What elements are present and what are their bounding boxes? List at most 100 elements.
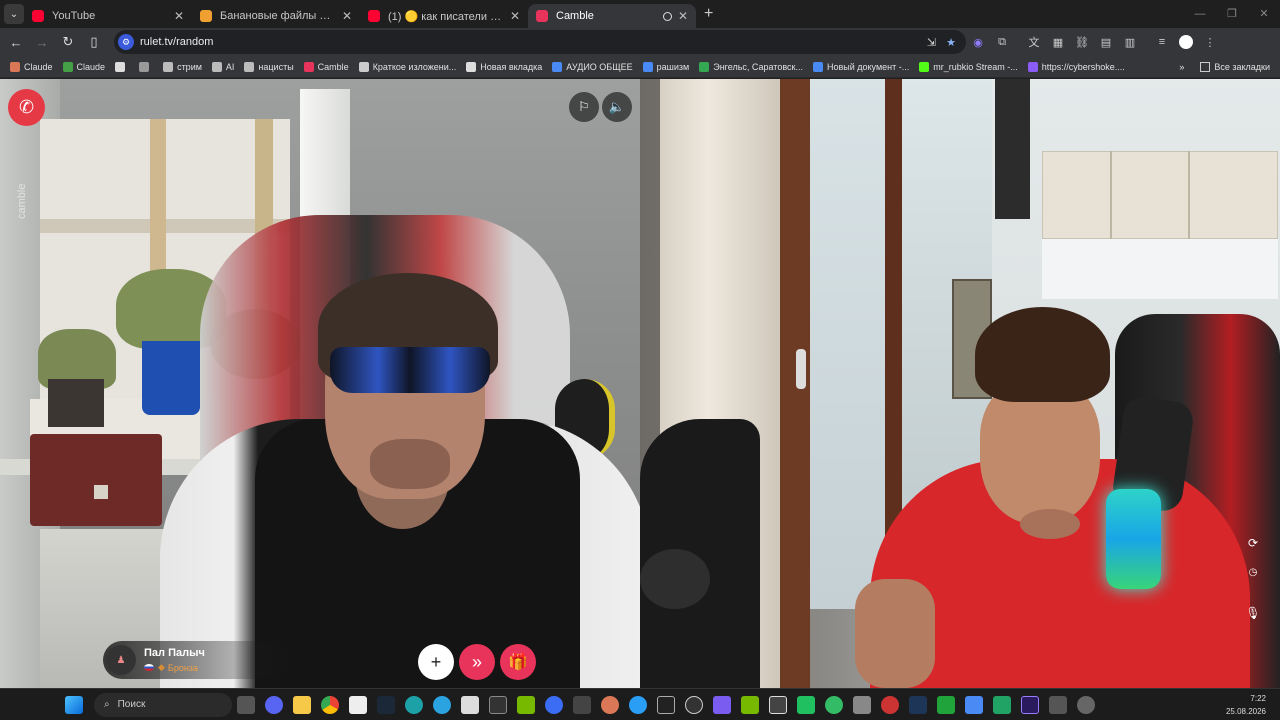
app-icon-globe[interactable] xyxy=(825,695,843,714)
partner-info[interactable]: ♟ Пал Палыч ◆ Бронза xyxy=(103,641,303,679)
bookmark-label: Новая вкладка xyxy=(480,61,543,72)
claude-app-icon[interactable] xyxy=(601,695,619,714)
bookmark-favicon-icon xyxy=(812,61,823,72)
cast-icon[interactable]: ▤ xyxy=(1094,30,1118,54)
maximize-icon[interactable]: ❐ xyxy=(1216,0,1248,28)
browser-tab[interactable]: Банановые файлы 2 - sansgot ✕ xyxy=(192,4,360,28)
address-bar[interactable]: ⚙ rulet.tv/random ⇲ ★ xyxy=(114,30,966,54)
bookmark-item[interactable]: Camble xyxy=(303,61,349,72)
tab-search-icon[interactable]: ⌄ xyxy=(4,4,24,24)
reader-icon[interactable]: ▥ xyxy=(1118,30,1142,54)
app-icon-gear[interactable] xyxy=(853,695,871,714)
capcut-icon[interactable] xyxy=(657,695,675,714)
bookmark-item[interactable]: Энгельс, Саратовск... xyxy=(699,61,803,72)
close-tab-icon[interactable]: ✕ xyxy=(174,9,184,23)
media-icon[interactable]: ≡ xyxy=(1150,30,1174,54)
minimize-icon[interactable]: — xyxy=(1184,0,1216,28)
gift-button[interactable]: 🎁 xyxy=(500,644,536,680)
snipping-tool-icon[interactable] xyxy=(461,695,479,714)
taskbar-search[interactable]: ⌕ Поиск xyxy=(94,692,232,717)
bookmark-item[interactable]: Claude xyxy=(62,61,105,72)
app-icon-dark[interactable] xyxy=(1049,695,1067,714)
close-tab-icon[interactable]: ✕ xyxy=(510,9,520,23)
all-bookmarks-label[interactable]: Все закладки xyxy=(1214,62,1270,72)
terminal-icon[interactable] xyxy=(489,695,507,714)
close-tab-icon[interactable]: ✕ xyxy=(678,9,688,23)
close-tab-icon[interactable]: ✕ xyxy=(342,9,352,23)
bookmark-item[interactable]: https://cybershoke.... xyxy=(1027,61,1125,72)
profile-avatar[interactable] xyxy=(1174,30,1198,54)
side-panel-icon[interactable]: ▯ xyxy=(82,30,106,54)
hangup-button[interactable]: ✆ xyxy=(8,89,45,126)
browser-tab[interactable]: (1) 🟡 как писатели описыва ✕ xyxy=(360,4,528,28)
app-icon-green[interactable] xyxy=(797,695,815,714)
site-info-icon[interactable]: ⚙ xyxy=(118,34,134,50)
bookmark-item[interactable] xyxy=(139,61,153,72)
bookmark-item[interactable]: Новая вкладка xyxy=(466,61,543,72)
bookmark-item[interactable]: стрим xyxy=(163,61,202,72)
menu-icon[interactable]: ⋮ xyxy=(1198,30,1222,54)
forward-icon[interactable]: → xyxy=(30,30,54,54)
report-flag-button[interactable]: ⚐ xyxy=(569,92,599,122)
task-view-icon[interactable] xyxy=(237,695,255,714)
reload-icon[interactable]: ↻ xyxy=(56,30,80,54)
browser-tab[interactable]: YouTube ✕ xyxy=(24,4,192,28)
bookmark-item[interactable]: Краткое изложени... xyxy=(358,61,456,72)
timer-icon[interactable]: ◷ xyxy=(1244,567,1262,578)
bookmark-favicon-icon xyxy=(211,61,222,72)
microphone-icon[interactable]: 🎙 xyxy=(1244,606,1262,620)
geforce-icon[interactable] xyxy=(741,695,759,714)
excel-icon[interactable] xyxy=(993,695,1011,714)
bookmark-item[interactable]: Claude xyxy=(10,61,53,72)
app-icon-monitor[interactable] xyxy=(965,695,983,714)
bookmark-item[interactable]: AI xyxy=(211,61,234,72)
puzzle-icon[interactable]: ⧉ xyxy=(990,30,1014,54)
telegram-icon[interactable] xyxy=(433,695,451,714)
app-icon-teal[interactable] xyxy=(405,695,423,714)
bookmark-item[interactable]: рашизм xyxy=(642,61,689,72)
bookmark-star-icon[interactable]: ★ xyxy=(946,36,956,49)
app-icon-x[interactable] xyxy=(909,695,927,714)
all-bookmarks[interactable]: » Все закладки xyxy=(1179,56,1270,78)
app-icon-blue-check[interactable] xyxy=(629,695,647,714)
bookmark-item[interactable] xyxy=(115,61,129,72)
app-icon-a[interactable] xyxy=(573,695,591,714)
windows-start-icon[interactable] xyxy=(65,695,83,714)
translate-icon[interactable]: 文 xyxy=(1022,30,1046,54)
bookmark-item[interactable]: mr_rubkio Stream -... xyxy=(919,61,1018,72)
install-app-icon[interactable]: ⇲ xyxy=(927,36,936,49)
app-icon-purple[interactable] xyxy=(713,695,731,714)
back-icon[interactable]: ← xyxy=(4,30,28,54)
url-text[interactable]: rulet.tv/random xyxy=(140,36,927,48)
app-icon-record[interactable] xyxy=(881,695,899,714)
bookmark-label: https://cybershoke.... xyxy=(1041,61,1125,72)
nvidia-icon[interactable] xyxy=(517,695,535,714)
settings-icon[interactable] xyxy=(1077,695,1095,714)
extension-icon[interactable]: ◉ xyxy=(966,30,990,54)
obs-icon[interactable] xyxy=(769,695,787,714)
add-friend-button[interactable]: + xyxy=(418,644,454,680)
next-partner-button[interactable]: » xyxy=(459,644,495,680)
new-tab-button[interactable]: + xyxy=(704,5,713,23)
browser-tab[interactable]: Camble ✕ xyxy=(528,4,696,28)
bookmark-item[interactable]: Новый документ -... xyxy=(812,61,909,72)
chatgpt-icon[interactable] xyxy=(685,695,703,714)
grid-icon[interactable]: ▦ xyxy=(1046,30,1070,54)
bookmark-item[interactable]: АУДИО ОБЩЕЕ xyxy=(552,61,633,72)
system-clock[interactable]: 7:22 25.08.2026 xyxy=(1226,692,1266,718)
discord-icon[interactable] xyxy=(265,695,283,714)
notepad-icon[interactable] xyxy=(349,695,367,714)
bookmark-favicon-icon xyxy=(62,61,73,72)
close-window-icon[interactable]: ✕ xyxy=(1248,0,1280,28)
switch-camera-icon[interactable]: ⟳ xyxy=(1244,536,1262,550)
file-explorer-icon[interactable] xyxy=(293,695,311,714)
app-icon-chat[interactable] xyxy=(937,695,955,714)
link-icon[interactable]: ⛓ xyxy=(1070,30,1094,54)
steam-icon[interactable] xyxy=(377,695,395,714)
bookmark-item[interactable]: нацисты xyxy=(244,61,294,72)
chevron-right-icon[interactable]: » xyxy=(1179,62,1184,72)
premiere-icon[interactable] xyxy=(1021,695,1039,714)
arc-icon[interactable] xyxy=(545,695,563,714)
volume-button[interactable]: 🔈 xyxy=(602,92,632,122)
chrome-icon[interactable] xyxy=(321,695,339,714)
